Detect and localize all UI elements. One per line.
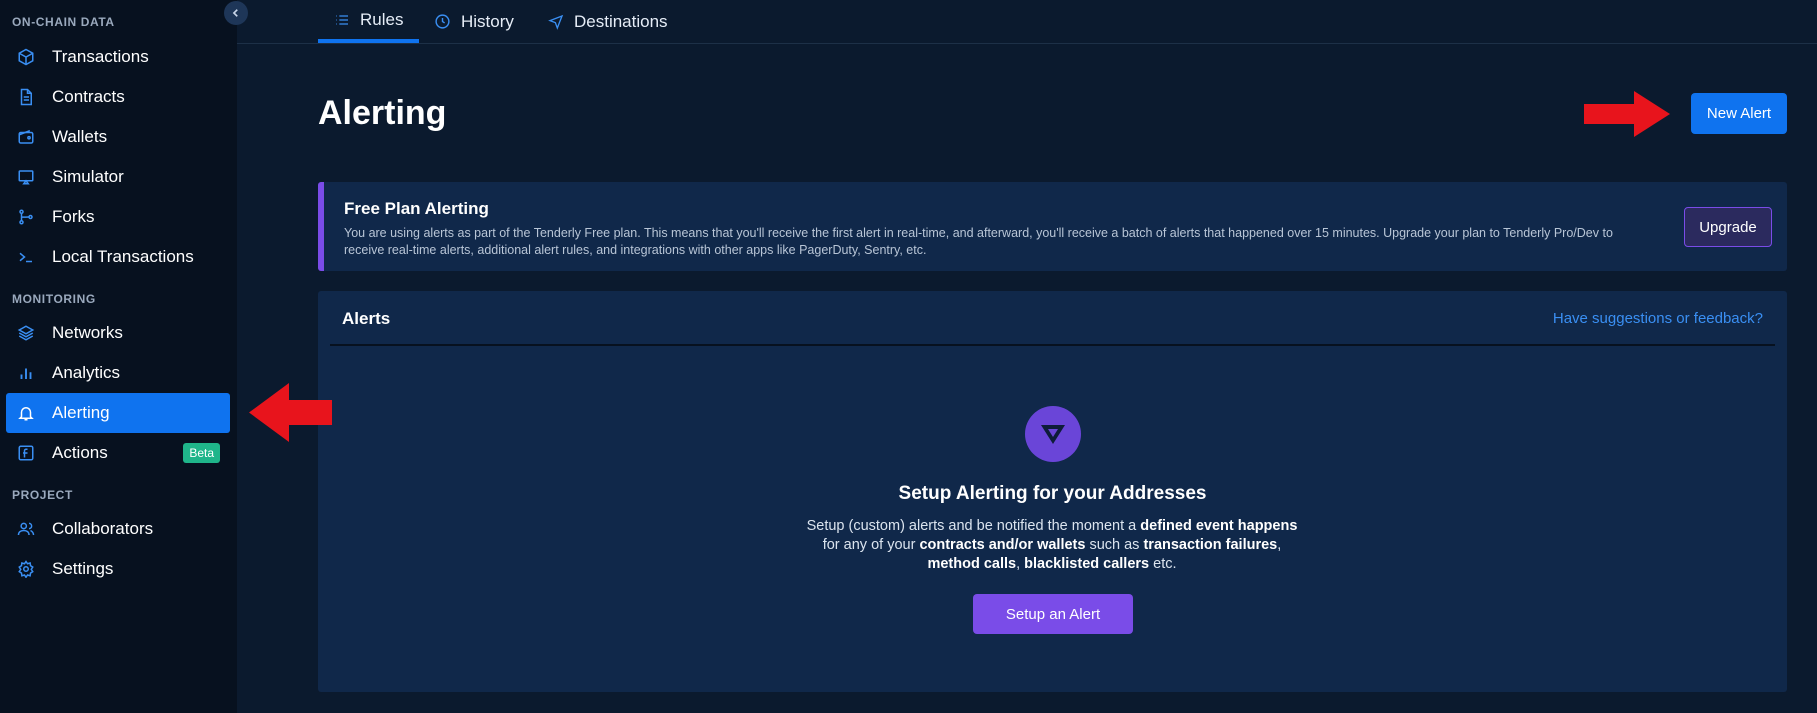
text-bold: transaction failures: [1143, 537, 1278, 553]
tab-destinations[interactable]: Destinations: [548, 0, 668, 43]
bell-icon: [16, 403, 36, 423]
sidebar-item-local-transactions[interactable]: Local Transactions: [6, 237, 230, 277]
sidebar-item-label: Networks: [52, 323, 123, 342]
sidebar-item-label: Local Transactions: [52, 247, 194, 266]
new-alert-button[interactable]: New Alert: [1691, 93, 1787, 134]
bar-chart-icon: [16, 363, 36, 383]
tab-label: History: [461, 11, 514, 31]
page-title: Alerting: [318, 94, 447, 132]
chevron-left-icon: [232, 9, 238, 17]
screen-play-icon: [16, 167, 36, 187]
beta-badge: Beta: [183, 443, 220, 463]
text-span: ,: [1016, 556, 1025, 572]
sidebar-item-label: Settings: [52, 559, 114, 578]
section-title-project: PROJECT: [12, 488, 73, 502]
sidebar-item-contracts[interactable]: Contracts: [6, 77, 230, 117]
divider: [330, 344, 1775, 346]
text-span: Setup (custom) alerts and be notified th…: [806, 518, 1141, 534]
text-span: etc.: [1149, 556, 1177, 572]
tenderly-logo-icon: [1025, 406, 1081, 462]
sidebar-item-analytics[interactable]: Analytics: [6, 353, 230, 393]
text-bold: defined event happens: [1140, 518, 1298, 534]
section-title-monitoring: MONITORING: [12, 292, 96, 306]
function-icon: [16, 443, 36, 463]
users-icon: [16, 519, 36, 539]
send-icon: [548, 14, 564, 30]
sidebar-item-collaborators[interactable]: Collaborators: [6, 509, 230, 549]
text-span: ,: [1277, 537, 1282, 553]
empty-state-title: Setup Alerting for your Addresses: [898, 483, 1207, 504]
text-bold: contracts and/or wallets: [919, 537, 1086, 553]
alerts-panel: Alerts Have suggestions or feedback? Set…: [318, 291, 1787, 692]
sidebar-item-networks[interactable]: Networks: [6, 313, 230, 353]
free-plan-banner: Free Plan Alerting You are using alerts …: [318, 182, 1787, 271]
sidebar-item-forks[interactable]: Forks: [6, 197, 230, 237]
tab-rules[interactable]: Rules: [318, 0, 420, 43]
tab-bar: Rules History Destinations: [237, 0, 1817, 44]
text-span: for any of your: [822, 537, 920, 553]
banner-title: Free Plan Alerting: [344, 199, 489, 218]
sidebar-item-label: Collaborators: [52, 519, 154, 538]
clock-icon: [434, 13, 451, 30]
tab-history[interactable]: History: [434, 0, 514, 43]
sidebar-item-label: Forks: [52, 207, 95, 226]
git-fork-icon: [16, 207, 36, 227]
empty-state-text: Setup (custom) alerts and be notified th…: [702, 517, 1402, 574]
sidebar-item-label: Analytics: [52, 363, 121, 382]
sidebar-item-label: Wallets: [52, 127, 108, 146]
setup-alert-button[interactable]: Setup an Alert: [973, 594, 1133, 634]
wallet-icon: [16, 127, 36, 147]
tab-label: Rules: [360, 9, 404, 29]
upgrade-button[interactable]: Upgrade: [1684, 207, 1772, 247]
sidebar-item-settings[interactable]: Settings: [6, 549, 230, 589]
sidebar-item-transactions[interactable]: Transactions: [6, 37, 230, 77]
gear-icon: [16, 559, 36, 579]
text-bold: method calls: [927, 556, 1017, 572]
sidebar-item-simulator[interactable]: Simulator: [6, 157, 230, 197]
alerts-title: Alerts: [342, 309, 391, 328]
red-arrow-left-icon: [249, 383, 332, 442]
list-icon: [334, 12, 350, 28]
terminal-icon: [16, 247, 36, 267]
sidebar-item-label: Alerting: [52, 403, 110, 422]
feedback-link[interactable]: Have suggestions or feedback?: [1553, 310, 1763, 327]
sidebar-item-label: Simulator: [52, 167, 124, 186]
cube-icon: [16, 47, 36, 67]
text-span: such as: [1085, 537, 1144, 553]
sidebar-item-label: Transactions: [52, 47, 149, 66]
red-arrow-right-icon: [1584, 91, 1670, 137]
sidebar-item-alerting[interactable]: Alerting: [6, 393, 230, 433]
tab-label: Destinations: [574, 11, 668, 31]
section-title-onchain: ON-CHAIN DATA: [12, 15, 115, 29]
sidebar-item-actions[interactable]: Actions Beta: [6, 433, 230, 473]
sidebar-item-wallets[interactable]: Wallets: [6, 117, 230, 157]
banner-text: You are using alerts as part of the Tend…: [344, 226, 1613, 257]
collapse-sidebar-button[interactable]: [224, 1, 248, 25]
layers-icon: [16, 323, 36, 343]
sidebar-item-label: Contracts: [52, 87, 125, 106]
text-bold: blacklisted callers: [1024, 556, 1150, 572]
sidebar-item-label: Actions: [52, 443, 108, 462]
sidebar: ON-CHAIN DATA Transactions Contracts Wal…: [0, 0, 237, 713]
document-icon: [16, 87, 36, 107]
